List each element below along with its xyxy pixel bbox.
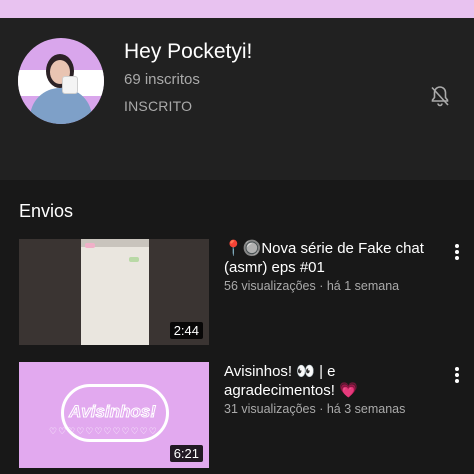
- video-thumbnail[interactable]: Avisinhos! ♡♡♡♡♡♡♡♡♡♡♡♡ 6:21: [19, 362, 209, 468]
- video-thumbnail[interactable]: 2:44: [19, 239, 209, 345]
- thumbnail-chat-bubble: [129, 257, 139, 262]
- video-meta: 31 visualizações · há 3 semanas: [224, 402, 406, 416]
- channel-name: Hey Pocketyi!: [124, 40, 253, 63]
- video-title[interactable]: Avisinhos! 👀 | e agradecimentos! 💗: [224, 362, 438, 400]
- thumbnail-chat-bubble: [85, 243, 95, 248]
- avatar-mug: [62, 76, 78, 94]
- subscriber-count: 69 inscritos: [124, 71, 200, 88]
- video-duration: 6:21: [169, 445, 203, 462]
- bell-off-icon[interactable]: [428, 84, 452, 108]
- thumbnail-hearts: ♡♡♡♡♡♡♡♡♡♡♡♡: [49, 426, 158, 436]
- video-duration: 2:44: [169, 322, 203, 339]
- subscribed-button[interactable]: INSCRITO: [124, 98, 192, 114]
- more-vert-icon[interactable]: [450, 241, 464, 261]
- thumbnail-logo-text: Avisinhos!: [69, 402, 157, 422]
- thumbnail-phone-screen: [81, 239, 149, 345]
- channel-avatar[interactable]: [18, 38, 104, 124]
- top-accent-strip: [0, 0, 474, 18]
- more-vert-icon[interactable]: [450, 364, 464, 384]
- video-title[interactable]: 📍🔘Nova série de Fake chat (asmr) eps #01: [224, 239, 438, 277]
- video-meta: 56 visualizações · há 1 semana: [224, 279, 400, 293]
- video-item[interactable]: 2:44 📍🔘Nova série de Fake chat (asmr) ep…: [0, 239, 474, 349]
- video-item[interactable]: Avisinhos! ♡♡♡♡♡♡♡♡♡♡♡♡ 6:21 Avisinhos! …: [0, 362, 474, 472]
- uploads-section-title: Envios: [19, 201, 74, 221]
